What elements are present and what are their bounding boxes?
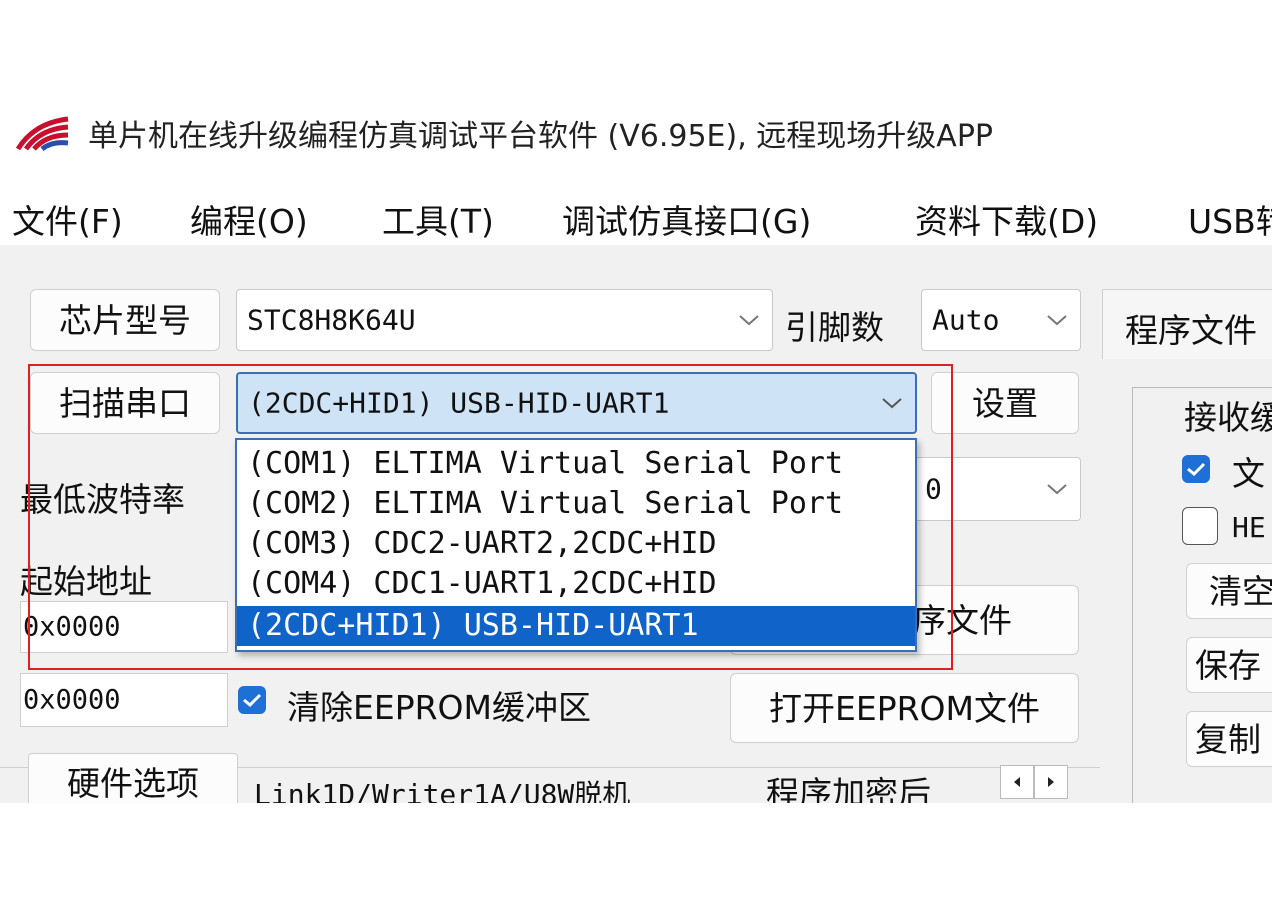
port-option-com2[interactable]: (COM2) ELTIMA Virtual Serial Port	[237, 484, 915, 524]
title-bar: 单片机在线升级编程仿真调试平台软件 (V6.95E), 远程现场升级APP	[0, 105, 1272, 157]
chip-model-value: STC8H8K64U	[247, 303, 416, 337]
port-select[interactable]: (2CDC+HID1) USB-HID-UART1	[236, 372, 917, 434]
baud-value-partial: 0	[925, 472, 942, 506]
right-tab-label: 程序文件	[1125, 311, 1257, 350]
window-title: 单片机在线升级编程仿真调试平台软件 (V6.95E), 远程现场升级APP	[88, 119, 993, 154]
port-settings-button[interactable]: 设置	[931, 372, 1079, 434]
tab-offline-writer[interactable]: Link1D/Writer1A/U8W脱机	[254, 773, 630, 803]
port-option-com3[interactable]: (COM3) CDC2-UART2,2CDC+HID	[237, 524, 915, 564]
save-buffer-button[interactable]: 保存	[1186, 637, 1272, 693]
baud-select[interactable]: 0	[910, 457, 1081, 521]
checkmark-icon	[1187, 462, 1206, 477]
right-tab-program-file[interactable]: 程序文件	[1102, 289, 1272, 359]
pin-count-value: Auto	[932, 303, 1000, 337]
menu-bar: 文件(F) 编程(O) 工具(T) 调试仿真接口(G) 资料下载(D) USB转	[0, 183, 1272, 245]
copy-buffer-button[interactable]: 复制	[1186, 711, 1272, 767]
chevron-down-icon	[739, 315, 759, 326]
receive-buffer-group-label: 接收缓	[1180, 391, 1272, 439]
triangle-left-icon	[1014, 777, 1020, 787]
chip-model-select[interactable]: STC8H8K64U	[236, 289, 773, 351]
hex-mode-label: HE	[1232, 511, 1266, 544]
menu-program[interactable]: 编程(O)	[190, 195, 308, 243]
tab-hardware-options[interactable]: 硬件选项	[28, 753, 238, 803]
chevron-down-icon	[1047, 484, 1067, 495]
eeprom-start-address-input[interactable]: 0x0000	[20, 673, 228, 727]
min-baud-label: 最低波特率	[20, 480, 185, 519]
chip-model-button[interactable]: 芯片型号	[30, 289, 220, 351]
chevron-down-icon	[1047, 315, 1067, 326]
menu-tools[interactable]: 工具(T)	[382, 195, 494, 243]
open-eeprom-file-button[interactable]: 打开EEPROM文件	[730, 673, 1079, 743]
text-mode-label: 文	[1232, 454, 1265, 493]
open-program-file-label: 序文件	[913, 600, 1012, 640]
port-option-usb-hid-uart1[interactable]: (2CDC+HID1) USB-HID-UART1	[237, 606, 915, 646]
app-logo-icon	[15, 116, 69, 151]
clear-eeprom-checkbox[interactable]	[238, 686, 266, 714]
port-option-com1[interactable]: (COM1) ELTIMA Virtual Serial Port	[237, 444, 915, 484]
triangle-right-icon	[1048, 777, 1054, 787]
pin-count-label: 引脚数	[785, 308, 884, 347]
menu-usb[interactable]: USB转	[1188, 195, 1272, 243]
chevron-down-icon	[882, 398, 902, 409]
menu-debug-interface[interactable]: 调试仿真接口(G)	[562, 195, 811, 243]
tab-scroll-left-button[interactable]	[1000, 765, 1034, 799]
port-dropdown-list: (COM1) ELTIMA Virtual Serial Port (COM2)…	[235, 438, 917, 652]
text-mode-checkbox[interactable]	[1182, 455, 1210, 483]
tab-scroll-right-button[interactable]	[1034, 765, 1068, 799]
eeprom-start-address-value: 0x0000	[23, 684, 121, 716]
clear-buffer-button[interactable]: 清空	[1186, 563, 1272, 619]
program-start-address-value: 0x0000	[23, 611, 121, 643]
port-option-com4[interactable]: (COM4) CDC1-UART1,2CDC+HID	[237, 564, 915, 604]
hex-mode-checkbox[interactable]	[1182, 507, 1218, 545]
scan-port-button[interactable]: 扫描串口	[30, 372, 220, 434]
clear-eeprom-label: 清除EEPROM缓冲区	[287, 688, 591, 727]
checkmark-icon	[243, 693, 262, 708]
start-address-label: 起始地址	[20, 562, 152, 601]
menu-file[interactable]: 文件(F)	[12, 195, 123, 243]
port-selected-value: (2CDC+HID1) USB-HID-UART1	[248, 386, 670, 420]
program-start-address-input[interactable]: 0x0000	[20, 601, 228, 653]
menu-downloads[interactable]: 资料下载(D)	[915, 195, 1098, 243]
pin-count-select[interactable]: Auto	[921, 289, 1081, 351]
tab-encrypt-after-program[interactable]: 程序加密后	[766, 767, 986, 803]
